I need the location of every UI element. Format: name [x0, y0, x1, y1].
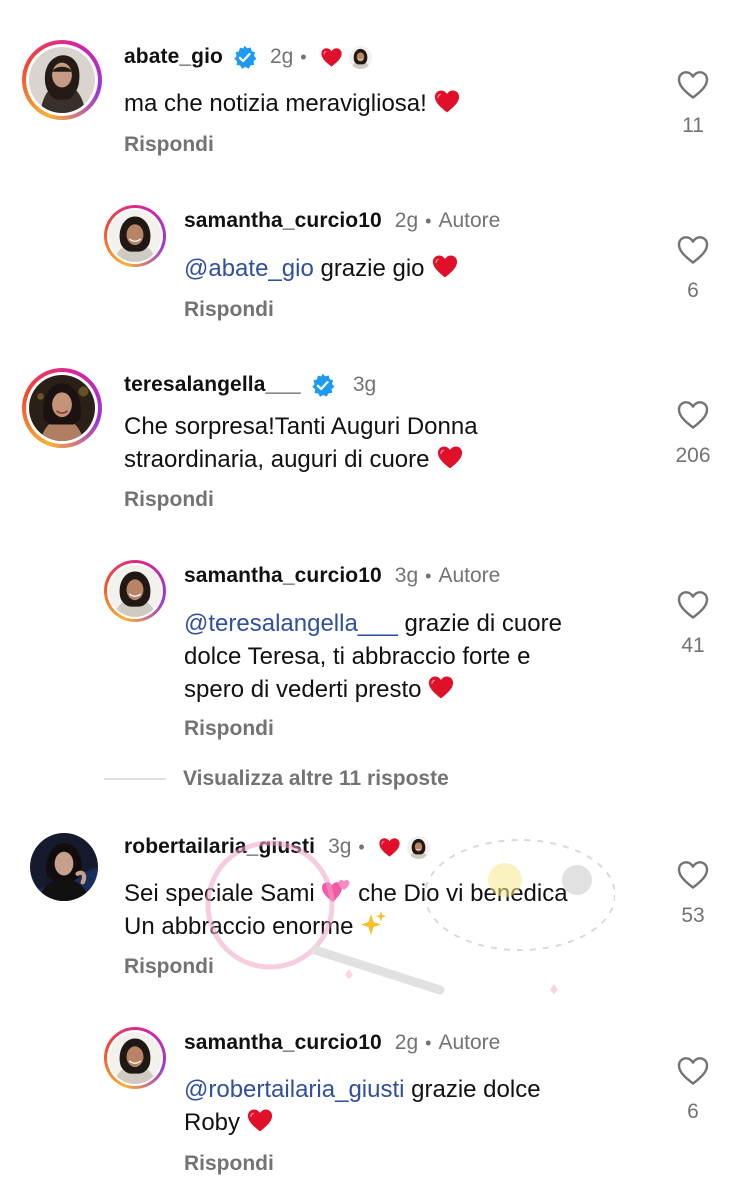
liked-by-author-heart-icon: [320, 47, 343, 68]
avatar[interactable]: [22, 40, 102, 120]
like-count: 41: [681, 634, 705, 657]
heart-emoji-icon: [431, 254, 459, 279]
liked-by-author-heart-icon: [378, 837, 401, 858]
username[interactable]: samantha_curcio10: [184, 209, 382, 233]
like-button[interactable]: 11: [661, 70, 725, 138]
like-button[interactable]: 6: [661, 1056, 725, 1124]
view-more-replies[interactable]: Visualizza altre 11 risposte: [104, 767, 449, 791]
heart-outline-icon[interactable]: [677, 70, 709, 100]
comment-text: @teresalangella___ grazie di cuore dolce…: [184, 610, 562, 703]
sparkles-emoji-icon: [361, 911, 387, 935]
username[interactable]: samantha_curcio10: [184, 1031, 382, 1055]
comment-time: 3g: [328, 835, 352, 858]
separator-dot: •: [425, 565, 432, 586]
heart-outline-icon[interactable]: [677, 235, 709, 265]
avatar[interactable]: [104, 560, 166, 622]
reply-button[interactable]: Rispondi: [124, 133, 214, 157]
author-label: Autore: [438, 209, 501, 232]
author-label: Autore: [438, 564, 501, 587]
heart-emoji-icon: [436, 445, 464, 470]
comment-time: 2g: [394, 209, 419, 232]
comment-time: 3g: [352, 373, 377, 396]
username[interactable]: robertailaria_giusti: [124, 835, 315, 859]
reply-button[interactable]: Rispondi: [184, 1152, 274, 1176]
mention-link[interactable]: @abate_gio: [184, 255, 314, 282]
avatar[interactable]: [30, 833, 98, 901]
avatar[interactable]: [104, 1027, 166, 1089]
author-mini-avatar: [407, 836, 430, 859]
heart-outline-icon[interactable]: [677, 590, 709, 620]
verified-badge-icon: [310, 373, 335, 398]
avatar[interactable]: [104, 205, 166, 267]
like-button[interactable]: 206: [661, 400, 725, 468]
reply-button[interactable]: Rispondi: [184, 298, 274, 322]
like-count: 6: [687, 279, 699, 302]
heart-emoji-icon: [427, 675, 455, 700]
heart-emoji-icon: [433, 89, 461, 114]
divider: [104, 778, 166, 780]
mention-link[interactable]: @robertailaria_giusti: [184, 1076, 404, 1103]
heart-emoji-icon: [246, 1108, 274, 1133]
separator-dot: •: [425, 1032, 432, 1053]
heart-outline-icon[interactable]: [677, 400, 709, 430]
two-hearts-emoji-icon: [322, 880, 350, 902]
comment-text: @robertailaria_giusti grazie dolce Roby: [184, 1076, 541, 1136]
separator-dot: •: [425, 210, 432, 231]
separator-dot: •: [358, 836, 365, 857]
like-button[interactable]: 6: [661, 235, 725, 303]
username[interactable]: abate_gio: [124, 45, 223, 69]
comment-time: 2g: [394, 1031, 419, 1054]
like-count: 11: [682, 114, 704, 137]
comment-text: @abate_gio grazie gio: [184, 252, 704, 285]
verified-badge-icon: [232, 45, 257, 70]
avatar[interactable]: [22, 368, 102, 448]
username[interactable]: samantha_curcio10: [184, 564, 382, 588]
like-button[interactable]: 53: [661, 860, 725, 928]
like-count: 53: [681, 904, 705, 927]
mention-link[interactable]: @teresalangella___: [184, 610, 398, 637]
like-count: 206: [675, 444, 711, 467]
view-more-label[interactable]: Visualizza altre 11 risposte: [183, 767, 449, 791]
author-mini-avatar: [349, 46, 372, 69]
heart-outline-icon[interactable]: [677, 860, 709, 890]
comment-text: Sei speciale Sami che Dio vi benedica Un…: [124, 880, 568, 940]
comment-text: Che sorpresa!Tanti Auguri Donna straordi…: [124, 413, 478, 473]
comment-text: ma che notizia meravigliosa!: [124, 87, 644, 120]
comment-time: 2g: [269, 45, 294, 68]
like-count: 6: [687, 1100, 699, 1123]
separator-dot: •: [300, 46, 307, 67]
reply-button[interactable]: Rispondi: [184, 717, 274, 741]
comment-time: 3g: [394, 564, 419, 587]
heart-outline-icon[interactable]: [677, 1056, 709, 1086]
like-button[interactable]: 41: [661, 590, 725, 658]
reply-button[interactable]: Rispondi: [124, 955, 214, 979]
reply-button[interactable]: Rispondi: [124, 488, 214, 512]
author-label: Autore: [438, 1031, 501, 1054]
username[interactable]: teresalangella___: [124, 373, 301, 397]
